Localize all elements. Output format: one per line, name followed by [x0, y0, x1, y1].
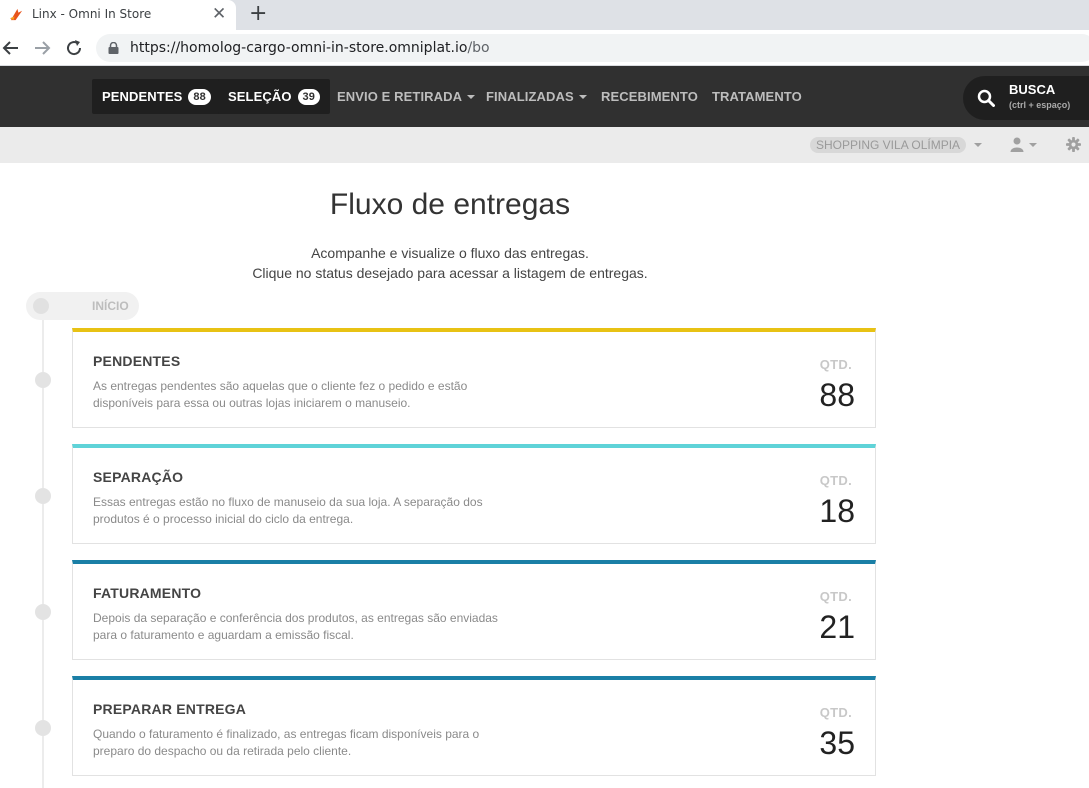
intro-line-2: Clique no status desejado para acessar a…	[252, 265, 648, 281]
user-menu[interactable]	[1010, 137, 1037, 152]
lock-icon	[108, 42, 119, 54]
browser-tab-strip: Linx - Omni In Store ✕ +	[0, 0, 1089, 30]
gear-icon[interactable]	[1066, 137, 1081, 152]
browser-toolbar: https://homolog-cargo-omni-in-store.omni…	[0, 30, 1089, 66]
card-qty-label: QTD.	[819, 705, 852, 720]
nav-tratamento[interactable]: TRATAMENTO	[712, 79, 802, 114]
nav-tratamento-label: TRATAMENTO	[712, 89, 802, 104]
context-bar: SHOPPING VILA OLÍMPIA	[0, 127, 1089, 163]
search-button[interactable]: BUSCA (ctrl + espaço)	[963, 76, 1089, 120]
linx-favicon-icon	[9, 8, 23, 21]
nav-recebimento[interactable]: RECEBIMENTO	[601, 79, 698, 114]
address-bar[interactable]: https://homolog-cargo-omni-in-store.omni…	[96, 34, 1089, 62]
page-intro: Acompanhe e visualize o fluxo das entreg…	[0, 243, 900, 283]
forward-arrow-icon[interactable]	[31, 37, 53, 59]
nav-selecao-label: SELEÇÃO	[228, 89, 292, 104]
nav-finalizadas[interactable]: FINALIZADAS	[486, 79, 587, 114]
search-icon	[977, 89, 995, 107]
nav-pendentes-label: PENDENTES	[102, 89, 183, 104]
card-description: Essas entregas estão no fluxo de manusei…	[93, 495, 483, 526]
card-title: SEPARAÇÃO	[93, 469, 184, 485]
card-title: PENDENTES	[93, 353, 181, 369]
card-title: PREPARAR ENTREGA	[93, 701, 247, 717]
chevron-down-icon	[467, 94, 476, 99]
store-selector[interactable]: SHOPPING VILA OLÍMPIA	[810, 136, 983, 154]
chevron-down-icon	[578, 94, 587, 99]
timeline-start-label: INÍCIO	[92, 299, 129, 313]
intro-line-1: Acompanhe e visualize o fluxo das entreg…	[311, 245, 589, 261]
card-qty-label: QTD.	[819, 589, 852, 604]
reload-icon[interactable]	[63, 37, 85, 59]
back-arrow-icon[interactable]	[0, 37, 22, 59]
timeline-dot	[35, 720, 51, 736]
nav-finalizadas-label: FINALIZADAS	[486, 89, 574, 104]
card-qty-value: 35	[819, 725, 855, 761]
status-card-pendentes[interactable]: PENDENTES As entregas pendentes são aque…	[72, 328, 876, 428]
url-main: https://homolog-cargo-omni-in-store.omni…	[130, 40, 468, 56]
nav-recebimento-label: RECEBIMENTO	[601, 89, 698, 104]
card-description: Quando o faturamento é finalizado, as en…	[93, 727, 480, 758]
card-qty-label: QTD.	[819, 357, 852, 372]
nav-pendentes-badge: 88	[188, 88, 211, 105]
timeline-dot	[35, 372, 51, 388]
url-text: https://homolog-cargo-omni-in-store.omni…	[130, 40, 490, 56]
status-card-preparar-entrega[interactable]: PREPARAR ENTREGA Quando o faturamento é …	[72, 676, 876, 776]
status-card-faturamento[interactable]: FATURAMENTO Depois da separação e confer…	[72, 560, 876, 660]
timeline-dot	[35, 488, 51, 504]
nav-envio-retirada-label: ENVIO E RETIRADA	[337, 89, 463, 104]
status-card-separacao[interactable]: SEPARAÇÃO Essas entregas estão no fluxo …	[72, 444, 876, 544]
user-icon	[1010, 137, 1024, 152]
card-qty-value: 18	[819, 493, 855, 529]
search-shortcut-hint: (ctrl + espaço)	[1009, 100, 1071, 110]
chevron-down-icon	[974, 143, 983, 147]
card-description: As entregas pendentes são aquelas que o …	[93, 379, 468, 410]
nav-envio-retirada[interactable]: ENVIO E RETIRADA	[337, 79, 476, 114]
page-title: Fluxo de entregas	[329, 188, 571, 221]
nav-selecao[interactable]: SELEÇÃO 39	[218, 79, 330, 114]
card-qty-label: QTD.	[819, 473, 852, 488]
timeline-start-dot	[33, 298, 49, 314]
tab-title: Linx - Omni In Store	[32, 7, 152, 21]
chevron-down-icon	[1029, 142, 1037, 147]
timeline-start: INÍCIO	[26, 292, 139, 320]
browser-tab[interactable]: Linx - Omni In Store ✕	[0, 0, 236, 30]
card-qty-value: 21	[819, 609, 855, 645]
card-title: FATURAMENTO	[93, 585, 202, 601]
card-qty-value: 88	[819, 377, 855, 413]
tab-close-icon[interactable]: ✕	[212, 4, 226, 24]
search-label: BUSCA	[1009, 82, 1056, 97]
timeline-dot	[35, 604, 51, 620]
url-path: /bo	[467, 40, 490, 56]
app-navbar: PENDENTES 88 SELEÇÃO 39 ENVIO E RETIRADA…	[0, 66, 1089, 127]
card-description: Depois da separação e conferência dos pr…	[93, 611, 498, 642]
nav-selecao-badge: 39	[297, 88, 320, 105]
nav-pendentes[interactable]: PENDENTES 88	[92, 79, 221, 114]
new-tab-button[interactable]: +	[249, 2, 267, 26]
store-name: SHOPPING VILA OLÍMPIA	[810, 137, 967, 153]
